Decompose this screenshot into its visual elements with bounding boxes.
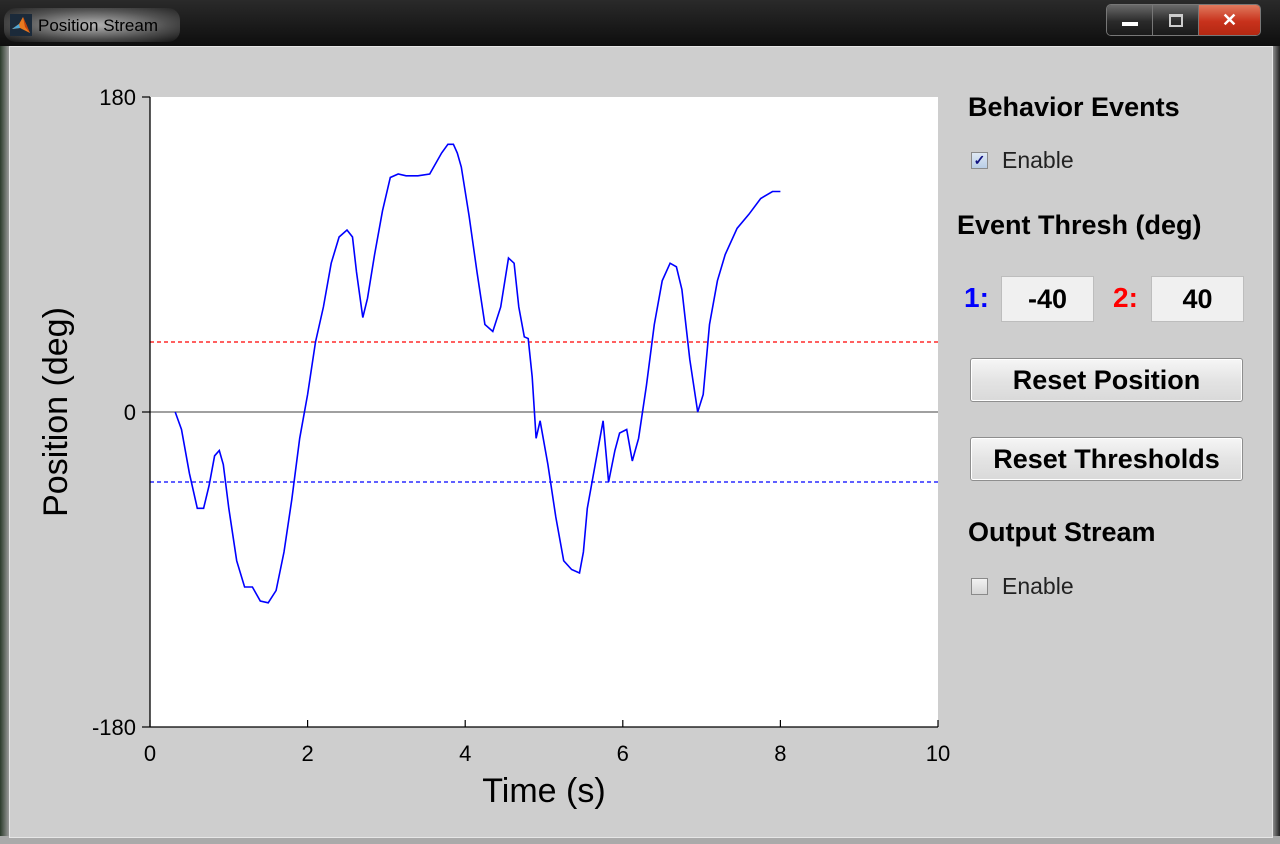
threshold-1-input[interactable]: -40 xyxy=(1001,276,1094,322)
x-tick-label: 8 xyxy=(774,741,786,766)
x-tick-label: 10 xyxy=(926,741,950,766)
behavior-events-heading: Behavior Events xyxy=(968,92,1180,122)
x-tick-label: 6 xyxy=(617,741,629,766)
y-axis-label: Position (deg) xyxy=(37,307,75,517)
output-stream-enable-label: Enable xyxy=(1002,573,1074,599)
reset-thresholds-button[interactable]: Reset Thresholds xyxy=(970,437,1243,481)
threshold-2-label: 2: xyxy=(1113,282,1138,313)
x-tick-label: 2 xyxy=(301,741,313,766)
output-stream-enable[interactable]: Enable xyxy=(971,573,1074,600)
behavior-events-enable-label: Enable xyxy=(1002,147,1074,173)
behavior-events-checkbox[interactable]: ✓ xyxy=(971,152,988,169)
y-tick-label: 180 xyxy=(99,85,136,110)
x-tick-label: 0 xyxy=(144,741,156,766)
threshold-2-input[interactable]: 40 xyxy=(1151,276,1244,322)
x-tick-label: 4 xyxy=(459,741,471,766)
behavior-events-enable[interactable]: ✓ Enable xyxy=(971,147,1074,174)
y-tick-label: 0 xyxy=(124,400,136,425)
event-thresh-heading: Event Thresh (deg) xyxy=(957,210,1202,240)
y-tick-label: -180 xyxy=(92,715,136,740)
x-axis-label: Time (s) xyxy=(482,772,605,810)
reset-position-button[interactable]: Reset Position xyxy=(970,358,1243,402)
output-stream-checkbox[interactable] xyxy=(971,578,988,595)
threshold-1-label: 1: xyxy=(964,282,989,313)
position-chart: 0 2 4 6 8 10 -180 0 180 Time (s) Position (deg) xyxy=(37,85,950,810)
output-stream-heading: Output Stream xyxy=(968,517,1156,547)
checkmark-icon: ✓ xyxy=(973,152,986,168)
